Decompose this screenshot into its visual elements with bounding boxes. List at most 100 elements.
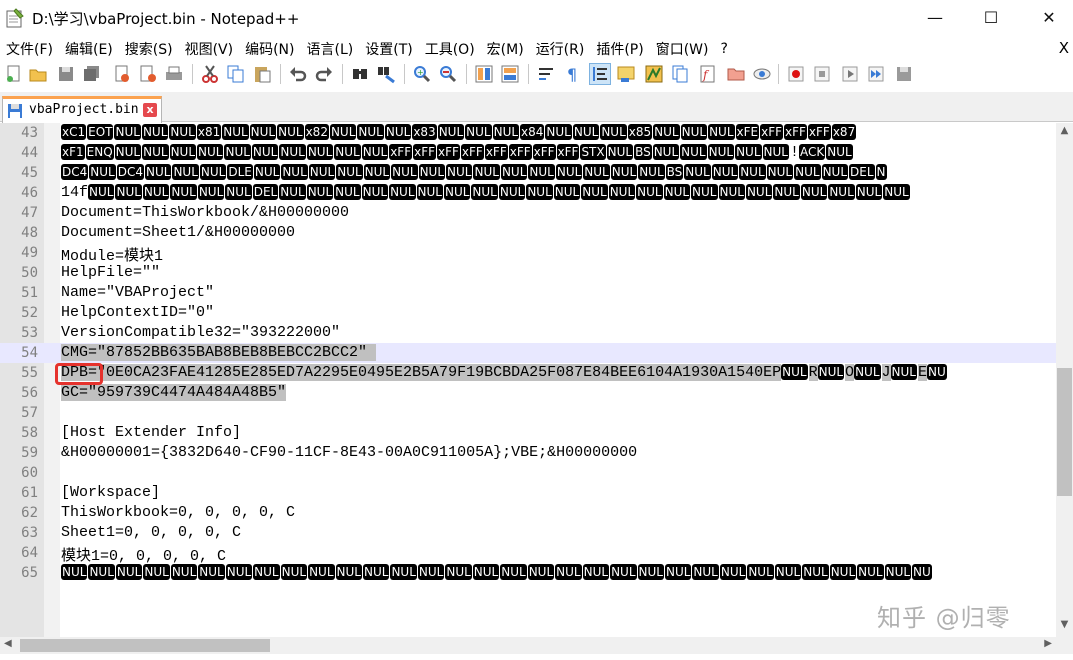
save-macro-icon[interactable] (894, 64, 914, 84)
menu-item[interactable]: ? (715, 41, 734, 57)
control-char-token: NUL (680, 124, 708, 140)
scroll-right-arrow-icon[interactable]: ▶ (1044, 638, 1052, 649)
editor-line[interactable]: 55 DPB="0E0CA23FAE41285E285ED7A2295E0495E… (0, 363, 1056, 383)
record-macro-icon[interactable] (786, 64, 806, 84)
menu-item[interactable]: 视图(V) (179, 39, 240, 59)
menu-item[interactable]: 编码(N) (239, 39, 300, 59)
editor-line[interactable]: 49 Module=模块1 (0, 243, 1056, 265)
horizontal-scroll-thumb[interactable] (20, 639, 270, 652)
close-icon[interactable] (112, 64, 132, 84)
sync-h-icon[interactable] (500, 64, 520, 84)
save-icon[interactable] (56, 64, 76, 84)
editor-line[interactable]: 64 模块1=0, 0, 0, 0, C (0, 543, 1056, 565)
paste-icon[interactable] (252, 64, 272, 84)
doc-map-icon[interactable] (644, 64, 664, 84)
run-macro-multiple-icon[interactable] (866, 64, 886, 84)
editor-line[interactable]: 46 14fNUL NUL NUL NUL NUL NUL DEL NUL NUL NUL NUL NU… (0, 183, 1056, 203)
minimize-button[interactable]: — (912, 0, 958, 34)
stop-macro-icon[interactable] (812, 64, 832, 84)
cut-icon[interactable] (200, 64, 220, 84)
find-icon[interactable] (350, 64, 370, 84)
control-char-token: NUL (249, 124, 277, 140)
menu-item[interactable]: 运行(R) (530, 39, 591, 59)
menu-item[interactable]: 编辑(E) (59, 39, 119, 59)
menu-item[interactable]: 窗口(W) (650, 39, 715, 59)
monitor-icon[interactable] (752, 64, 772, 84)
plain-text: Sheet1=0, 0, 0, 0, C (61, 524, 242, 541)
line-number: 53 (21, 325, 38, 341)
control-char-token: NUL (800, 184, 828, 200)
new-file-icon[interactable] (4, 64, 24, 84)
line-number: 44 (21, 145, 38, 161)
zoom-in-icon[interactable]: + (412, 64, 432, 84)
control-char-token: NUL (664, 564, 692, 580)
editor-line[interactable]: 48 Document=Sheet1/&H00000000 (0, 223, 1056, 243)
word-wrap-icon[interactable] (536, 64, 556, 84)
editor-line[interactable]: 60 (0, 463, 1056, 483)
editor-line[interactable]: 61 [Workspace] (0, 483, 1056, 503)
editor-line[interactable]: 56 GC="959739C4474A484A48B5" (0, 383, 1056, 403)
menu-item[interactable]: 文件(F) (0, 39, 59, 59)
editor-line[interactable]: 63 Sheet1=0, 0, 0, 0, C (0, 523, 1056, 543)
control-char-token: NUL (890, 364, 917, 380)
undo-icon[interactable] (288, 64, 308, 84)
maximize-button[interactable]: ☐ (968, 0, 1014, 34)
editor-line[interactable]: 50 HelpFile="" (0, 263, 1056, 283)
scroll-left-arrow-icon[interactable]: ◀ (4, 638, 12, 649)
tab-vbaproject-bin[interactable]: vbaProject.bin x (2, 96, 162, 123)
copy-icon[interactable] (226, 64, 246, 84)
menu-item[interactable]: 宏(M) (481, 39, 530, 59)
redo-icon[interactable] (314, 64, 334, 84)
line-text: [Workspace] (61, 484, 160, 501)
control-char-token: NUL (142, 144, 169, 160)
editor-line[interactable]: 52 HelpContextID="0" (0, 303, 1056, 323)
line-number: 51 (21, 285, 38, 301)
vertical-scroll-thumb[interactable] (1057, 368, 1072, 496)
menu-item[interactable]: 插件(P) (590, 39, 649, 59)
udl-icon[interactable] (616, 64, 636, 84)
control-char-token: NUL (169, 144, 197, 160)
replace-icon[interactable] (376, 64, 396, 84)
editor-area[interactable]: 43 xC1 EOT NUL NUL NUL x81 NUL NUL NUL x82 NUL NUL NU… (0, 123, 1073, 637)
open-file-icon[interactable] (28, 64, 48, 84)
editor-line[interactable]: 62 ThisWorkbook=0, 0, 0, 0, C (0, 503, 1056, 523)
show-all-chars-icon[interactable]: ¶ (562, 64, 582, 84)
control-char-token: NUL (781, 364, 808, 380)
editor-line[interactable]: 58 [Host Extender Info] (0, 423, 1056, 443)
close-window-button[interactable]: ✕ (1026, 0, 1072, 34)
doc-list-icon[interactable] (670, 64, 690, 84)
tab-close-button[interactable]: x (143, 103, 157, 117)
editor-line[interactable]: 51 Name="VBAProject" (0, 283, 1056, 303)
control-char-token: NUL (884, 564, 912, 580)
horizontal-scrollbar[interactable]: ◀ ▶ (0, 637, 1056, 654)
save-all-icon[interactable] (82, 64, 102, 84)
scroll-down-arrow-icon[interactable]: ▼ (1056, 619, 1073, 630)
editor-line[interactable]: 47 Document=ThisWorkbook/&H00000000 (0, 203, 1056, 223)
zoom-out-icon[interactable] (438, 64, 458, 84)
control-char-token: NUL (306, 144, 334, 160)
menu-item[interactable]: 搜索(S) (119, 39, 179, 59)
control-char-token: NUL (390, 564, 417, 580)
play-macro-icon[interactable] (840, 64, 860, 84)
editor-line[interactable]: 65 NUL NUL NUL NUL NUL NUL NUL NUL NUL NUL NUL NUL NU… (0, 563, 1056, 583)
editor-line[interactable]: 44 xF1 ENQ NUL NUL NUL NUL NUL NUL NUL NUL NUL NUL xF… (0, 143, 1056, 163)
editor-line[interactable]: 59 &H00000001={3832D640-CF90-11CF-8E43-00… (0, 443, 1056, 463)
sync-v-icon[interactable] (474, 64, 494, 84)
editor-line[interactable]: 57 (0, 403, 1056, 423)
close-all-icon[interactable] (138, 64, 158, 84)
scroll-up-arrow-icon[interactable]: ▲ (1056, 125, 1073, 136)
editor-line[interactable]: 43 xC1 EOT NUL NUL NUL x81 NUL NUL NUL x82 NUL NUL NU… (0, 123, 1056, 143)
menu-item[interactable]: 语言(L) (301, 39, 360, 59)
control-char-token: NUL (114, 144, 142, 160)
print-icon[interactable] (164, 64, 184, 84)
editor-line[interactable]: 54 CMG="87852BB635BAB8BEB8BEBCC2BCC2" (0, 343, 1056, 363)
menu-item[interactable]: 设置(T) (359, 39, 418, 59)
close-document-button[interactable]: X (1059, 39, 1069, 57)
indent-guide-icon[interactable] (589, 63, 611, 85)
menu-item[interactable]: 工具(O) (419, 39, 481, 59)
vertical-scrollbar[interactable]: ▲ ▼ (1056, 123, 1073, 637)
folder-workspace-icon[interactable] (726, 64, 746, 84)
editor-line[interactable]: 45 DC4 NUL DC4 NUL NUL NUL DLE NUL NUL NUL NUL NUL NU… (0, 163, 1056, 183)
function-list-icon[interactable]: f (698, 64, 718, 84)
editor-line[interactable]: 53 VersionCompatible32="393222000" (0, 323, 1056, 343)
